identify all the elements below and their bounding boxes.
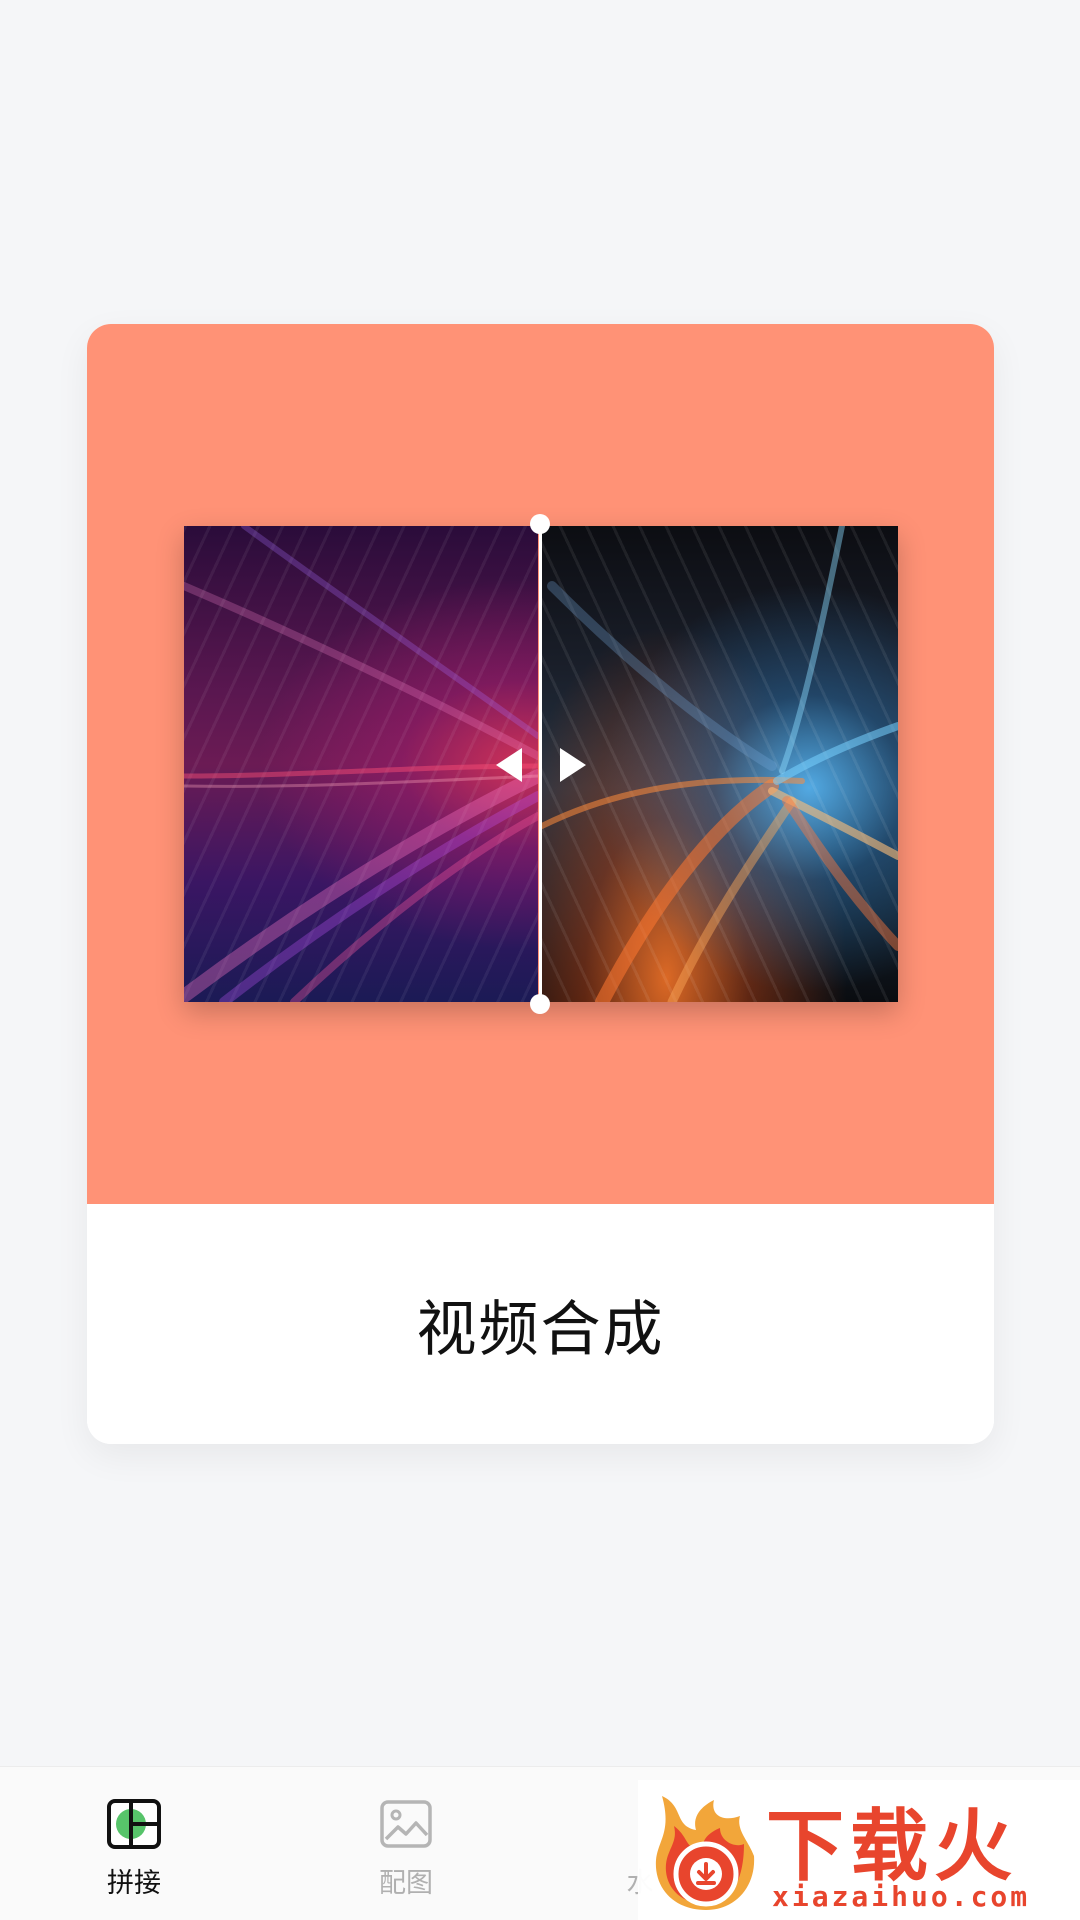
tunnel-lines-right [542, 526, 898, 1002]
preview-image-right [542, 526, 898, 1002]
arrow-left-icon [496, 748, 522, 782]
card-caption-area: 视频合成 [87, 1204, 994, 1444]
image-icon [378, 1797, 434, 1853]
divider-handle-bottom[interactable] [530, 994, 550, 1014]
tab-collage[interactable]: 拼接 [64, 1797, 204, 1907]
watermark-logo: 下载火 xiazaihuo.com [638, 1780, 1080, 1920]
feature-card[interactable]: 视频合成 [87, 324, 994, 1444]
watermark-brand-en: xiazaihuo.com [772, 1880, 1031, 1913]
card-title: 视频合成 [416, 1294, 665, 1365]
tunnel-lines-left [184, 526, 538, 1002]
flame-logo-icon [655, 1796, 755, 1910]
divider-handle-top[interactable] [530, 514, 550, 534]
preview-image-left [184, 526, 538, 1002]
collage-icon [106, 1797, 162, 1853]
card-preview-area [87, 324, 994, 1204]
tab-image-label: 配图 [379, 1868, 433, 1899]
arrow-right-icon [560, 748, 586, 782]
tab-collage-label: 拼接 [107, 1868, 161, 1899]
compare-divider[interactable] [539, 522, 542, 1006]
tab-image[interactable]: 配图 [336, 1797, 476, 1907]
comparison-preview [184, 514, 898, 1014]
